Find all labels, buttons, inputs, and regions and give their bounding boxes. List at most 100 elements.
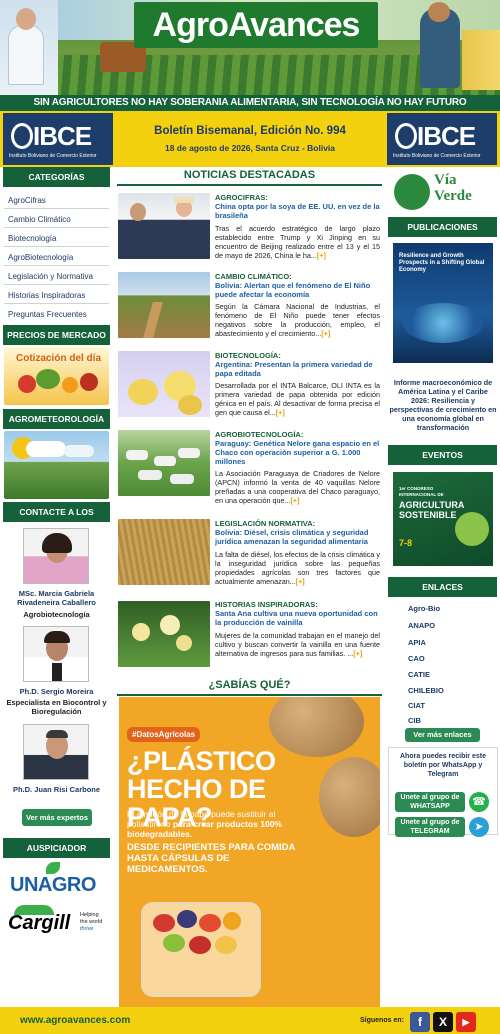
category-cambio-climatico[interactable]: Cambio Climático (8, 215, 71, 224)
promo-text: El almidón de la papa puede sustituir al… (127, 809, 282, 839)
link-apia[interactable]: APIA (408, 638, 426, 647)
expert-name[interactable]: Ph.D. Sergio Moreira (6, 687, 107, 696)
scientist-image (0, 0, 58, 95)
promo-tagline: DESDE RECIPIENTES PARA COMIDA HASTA CÁPS… (127, 842, 296, 875)
agroavances-logo[interactable]: AgroAvances (134, 6, 378, 45)
agromet-header: AGROMETEOROLOGÍA (3, 409, 110, 429)
news-body: Desarrollada por el INTA Balcarce, OLI I… (215, 381, 380, 417)
expert-area: Especialista en Biocontrol y Bioregulaci… (6, 698, 107, 716)
youtube-icon[interactable]: ▶ (456, 1012, 476, 1032)
read-more-link[interactable]: [+] (317, 251, 326, 260)
news-image-5[interactable] (118, 519, 210, 585)
publication-cover[interactable]: Resilience and Growth Prospects in a Shi… (393, 243, 493, 363)
categorias-header: CATEGORÍAS (3, 167, 110, 187)
link-cao[interactable]: CAO (408, 654, 425, 663)
bulletin-date: 18 de agosto de 2026, Santa Cruz - Boliv… (164, 143, 336, 153)
news-title[interactable]: Bolivia: Alertan que el fenómeno de El N… (215, 281, 380, 299)
ver-mas-expertos-button[interactable]: Ver más expertos (22, 809, 92, 826)
link-agro-bio[interactable]: Agro-Bio (408, 604, 440, 613)
telegram-icon[interactable]: ➤ (469, 817, 489, 837)
news-category: AGROBIOTECNOLOGÍA: (215, 430, 304, 439)
bulletin-title: Boletín Bisemanal, Edición No. 994 (154, 125, 346, 137)
news-category: LEGISLACIÓN NORMATIVA: (215, 519, 316, 528)
whatsapp-icon[interactable]: ☎ (469, 792, 489, 812)
event-banner[interactable]: 1er CONGRESO INTERNACIONAL DE AGRICULTUR… (393, 472, 493, 566)
link-anapo[interactable]: ANAPO (408, 621, 435, 630)
sabias-que-title: ¿SABÍAS QUÉ? (208, 679, 291, 691)
read-more-link[interactable]: [+] (321, 329, 330, 338)
via-verde-logo[interactable]: Vía Verde (390, 170, 496, 214)
news-image-3[interactable] (118, 351, 210, 417)
expert-name[interactable]: MSc. Marcia Gabriela Rivadeneira Caballe… (6, 589, 107, 607)
read-more-link[interactable]: [+] (353, 649, 362, 658)
news-image-6[interactable] (118, 601, 210, 667)
publication-caption[interactable]: Informe macroeconómico de América Latina… (389, 378, 497, 432)
website-link[interactable]: www.agroavances.com (20, 1015, 130, 1026)
promo-banner[interactable]: #DatosAgrícolas ¿PLÁSTICO HECHO DE PAPA?… (119, 697, 380, 1007)
link-cib[interactable]: CIB (408, 716, 421, 725)
link-catie[interactable]: CATIE (408, 670, 430, 679)
globe-icon (11, 123, 33, 149)
expert-photo-sergio[interactable] (23, 626, 89, 682)
agrometeorologia-image[interactable] (4, 431, 109, 499)
unagro-logo[interactable]: UNAGRO (10, 874, 96, 897)
eventos-header: EVENTOS (388, 445, 497, 465)
corn-image (462, 30, 500, 90)
read-more-link[interactable]: [+] (276, 408, 285, 417)
noticias-title: NOTICIAS DESTACADAS (183, 169, 316, 181)
contacte-header: CONTACTE A LOS EXPERTOS (3, 502, 110, 537)
follow-label: Síguenos en: (360, 1017, 404, 1024)
publicaciones-header: PUBLICACIONES (388, 217, 497, 237)
ver-mas-enlaces-button[interactable]: Ver más enlaces (405, 728, 480, 742)
read-more-link[interactable]: [+] (296, 577, 305, 586)
news-image-2[interactable] (118, 272, 210, 338)
news-body: Tras el acuerdo estratégico de largo pla… (215, 224, 380, 260)
auspiciador-header: AUSPICIADOR (3, 838, 110, 858)
fruit-bowl-image (141, 902, 261, 997)
expert-photo-marcia[interactable] (23, 528, 89, 584)
news-title[interactable]: Argentina: Presentan la primera variedad… (215, 360, 380, 378)
newsletter-page: AgroAvances SIN AGRICULTORES NO HAY SOBE… (0, 0, 500, 1034)
facebook-icon[interactable]: f (410, 1012, 430, 1032)
category-historias[interactable]: Historias Inspiradoras (8, 291, 85, 300)
whatsapp-button[interactable]: Unete al grupo de WHATSAPP (395, 792, 465, 812)
news-title[interactable]: China opta por la soya de EE. UU. en vez… (215, 202, 380, 220)
news-body: Según la Cámara Nacional de Industrias, … (215, 302, 380, 338)
cargill-leaf-icon (14, 905, 54, 915)
news-image-1[interactable] (118, 193, 210, 259)
cargill-tagline: Helping the world thrive (80, 912, 103, 932)
news-title[interactable]: Bolivia: Diésel, crisis climática y segu… (215, 528, 380, 546)
link-chilebio[interactable]: CHILEBIO (408, 686, 444, 695)
news-category: BIOTECNOLOGÍA: (215, 351, 281, 360)
news-category: HISTORIAS INSPIRADORAS: (215, 600, 318, 609)
news-body: La falta de diésel, los efectos de la cr… (215, 550, 380, 586)
precios-header: PRECIOS DE MERCADO (3, 325, 110, 345)
x-icon[interactable]: X (433, 1012, 453, 1032)
category-biotecnologia[interactable]: Biotecnología (8, 234, 56, 243)
globe-icon (395, 123, 417, 149)
category-agrocifras[interactable]: AgroCifras (8, 196, 46, 205)
category-legislacion[interactable]: Legislación y Normativa (8, 272, 93, 281)
messaging-box: Ahora puedes recibir este boletín por Wh… (388, 747, 498, 837)
header-banner: AgroAvances (0, 0, 500, 95)
category-preguntas[interactable]: Preguntas Frecuentes (8, 310, 87, 319)
news-body: Mujeres de la comunidad trabajan en el m… (215, 631, 380, 658)
ibce-logo-left[interactable]: IBCE Instituto Boliviano de Comercio Ext… (3, 113, 113, 165)
link-ciat[interactable]: CIAT (408, 701, 425, 710)
news-title[interactable]: Paraguay: Genética Nelore gana espacio e… (215, 439, 380, 466)
ibce-logo-right[interactable]: IBCE Instituto Boliviano de Comercio Ext… (387, 113, 497, 165)
enlaces-header: ENLACES (388, 577, 497, 597)
slogan: SIN AGRICULTORES NO HAY SOBERANIA ALIMEN… (0, 95, 500, 111)
telegram-button[interactable]: Unete al grupo de TELEGRAM (395, 817, 465, 837)
read-more-link[interactable]: [+] (291, 496, 300, 505)
promo-hashtag: #DatosAgrícolas (127, 727, 201, 742)
cargill-logo[interactable]: Cargill (8, 912, 70, 935)
news-title[interactable]: Santa Ana cultiva una nueva oportunidad … (215, 609, 380, 627)
category-agrobiotecnologia[interactable]: AgroBiotecnología (8, 253, 73, 262)
expert-name[interactable]: Ph.D. Juan Risi Carbone (6, 785, 107, 794)
news-image-4[interactable] (118, 430, 210, 496)
news-body: La Asociación Paraguaya de Criadores de … (215, 469, 380, 505)
expert-photo-juan[interactable] (23, 724, 89, 780)
cotizacion-banner[interactable]: Cotización del día (4, 347, 109, 405)
news-category: CAMBIO CLIMÁTICO: (215, 272, 292, 281)
